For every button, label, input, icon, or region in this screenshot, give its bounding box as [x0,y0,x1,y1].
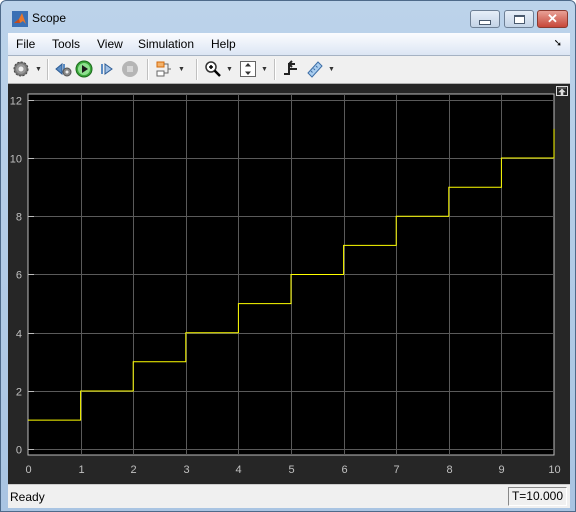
matlab-logo-icon [12,11,28,27]
close-icon: ✕ [547,11,558,26]
maximize-icon [513,14,525,24]
signal-select-dropdown-icon[interactable]: ▼ [178,66,185,73]
scope-plot[interactable]: 0 1 2 3 4 5 6 7 8 9 10024681012 [8,84,570,484]
minimize-icon [479,19,491,25]
undock-icon [558,87,566,95]
settings-dropdown-icon[interactable]: ▼ [35,66,42,73]
scope-window: Scope ✕ File Tools View Simulation Help … [0,0,576,512]
y-tick-label: 2 [16,387,22,399]
minimize-button[interactable] [470,10,500,28]
x-tick-label: 3 [183,464,189,476]
x-tick-label: 10 [548,464,560,476]
y-tick-label: 4 [16,329,22,341]
status-bar: Ready T=10.000 [8,484,570,508]
step-back-icon[interactable] [54,60,72,78]
x-tick-label: 8 [446,464,452,476]
scale-y-axis-icon[interactable] [239,60,257,78]
separator [274,59,276,80]
x-tick-label: 4 [235,464,241,476]
separator [196,59,198,80]
trigger-icon[interactable] [282,60,300,78]
x-tick-label: 1 [78,464,84,476]
ruler-icon[interactable] [306,60,324,78]
zoom-dropdown-icon[interactable]: ▼ [226,66,233,73]
title-bar[interactable]: Scope ✕ [1,1,575,33]
x-tick-label: 7 [393,464,399,476]
window-title: Scope [32,11,67,25]
y-tick-label: 12 [10,96,22,108]
x-tick-label: 9 [498,464,504,476]
scope-client: File Tools View Simulation Help ➘ ▼ ▼ ▼ … [8,33,570,508]
measurements-dropdown-icon[interactable]: ▼ [328,66,335,73]
signal-select-icon[interactable] [155,60,173,78]
x-tick-label: 6 [341,464,347,476]
undock-axes-button[interactable] [556,86,568,96]
y-tick-label: 10 [10,154,22,166]
menu-tools[interactable]: Tools [52,37,80,51]
y-tick-label: 8 [16,212,22,224]
status-text: Ready [10,490,45,504]
x-tick-label: 5 [288,464,294,476]
separator [47,59,49,80]
play-icon[interactable] [75,60,93,78]
scope-display[interactable]: 0 1 2 3 4 5 6 7 8 9 10 0 2 4 6 8 10 12 [8,84,570,484]
simulation-time: T=10.000 [507,487,567,506]
menu-simulation[interactable]: Simulation [138,37,194,51]
menu-file[interactable]: File [16,37,35,51]
close-button[interactable]: ✕ [537,10,568,28]
gear-icon[interactable] [12,60,30,78]
menu-view[interactable]: View [97,37,123,51]
menu-help[interactable]: Help [211,37,236,51]
separator [147,59,149,80]
zoom-in-icon[interactable] [204,60,222,78]
x-tick-label: 2 [130,464,136,476]
stop-icon[interactable] [121,60,139,78]
toolbar: ▼ ▼ ▼ ▼ ▼ [8,56,570,84]
x-tick-label: 0 [25,464,31,476]
step-forward-icon[interactable] [98,60,116,78]
scale-y-dropdown-icon[interactable]: ▼ [261,66,268,73]
y-tick-label: 0 [16,445,22,457]
maximize-button[interactable] [504,10,534,28]
y-tick-label: 6 [16,270,22,282]
toolbar-dock-arrow-icon[interactable]: ➘ [554,38,562,49]
menu-bar: File Tools View Simulation Help ➘ [8,33,570,56]
